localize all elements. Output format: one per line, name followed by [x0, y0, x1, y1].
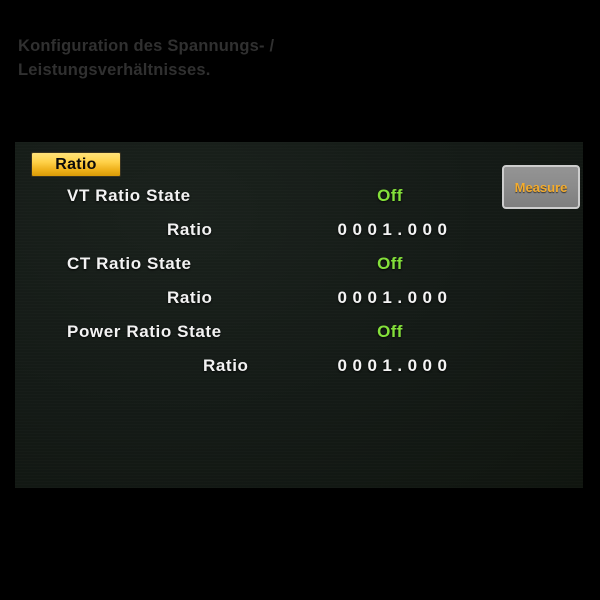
settings-row[interactable]: VT Ratio State Off [15, 186, 583, 216]
ratio-title-badge-label: Ratio [55, 155, 97, 173]
settings-row[interactable]: Ratio 0001.000 [15, 356, 583, 386]
settings-row-state-value[interactable]: Off [265, 254, 515, 274]
measure-button-label: Measure [514, 179, 568, 195]
settings-row[interactable]: Ratio 0001.000 [15, 220, 583, 250]
figure-caption: Konfiguration des Spannungs- / Leistungs… [18, 37, 275, 79]
settings-row-label: Ratio [203, 356, 249, 375]
settings-row-state-value[interactable]: Off [265, 322, 515, 342]
ratio-title-badge: Ratio [31, 152, 121, 177]
settings-row-label: VT Ratio State [67, 186, 191, 205]
settings-row[interactable]: Power Ratio State Off [15, 322, 583, 352]
settings-row-label: CT Ratio State [67, 254, 192, 273]
settings-row[interactable]: Ratio 0001.000 [15, 288, 583, 318]
settings-row-label: Ratio [167, 288, 213, 307]
settings-row-number-value[interactable]: 0001.000 [265, 288, 520, 308]
settings-row-number-value[interactable]: 0001.000 [265, 220, 520, 240]
settings-row-label: Ratio [167, 220, 213, 239]
settings-row-number-value[interactable]: 0001.000 [265, 356, 520, 376]
settings-row-label: Power Ratio State [67, 322, 222, 341]
measure-button[interactable]: Measure [502, 165, 580, 209]
settings-row[interactable]: CT Ratio State Off [15, 254, 583, 284]
device-screen-panel: Ratio Measure VT Ratio State Off Ratio 0001… [15, 142, 583, 488]
settings-row-state-value[interactable]: Off [265, 186, 515, 206]
